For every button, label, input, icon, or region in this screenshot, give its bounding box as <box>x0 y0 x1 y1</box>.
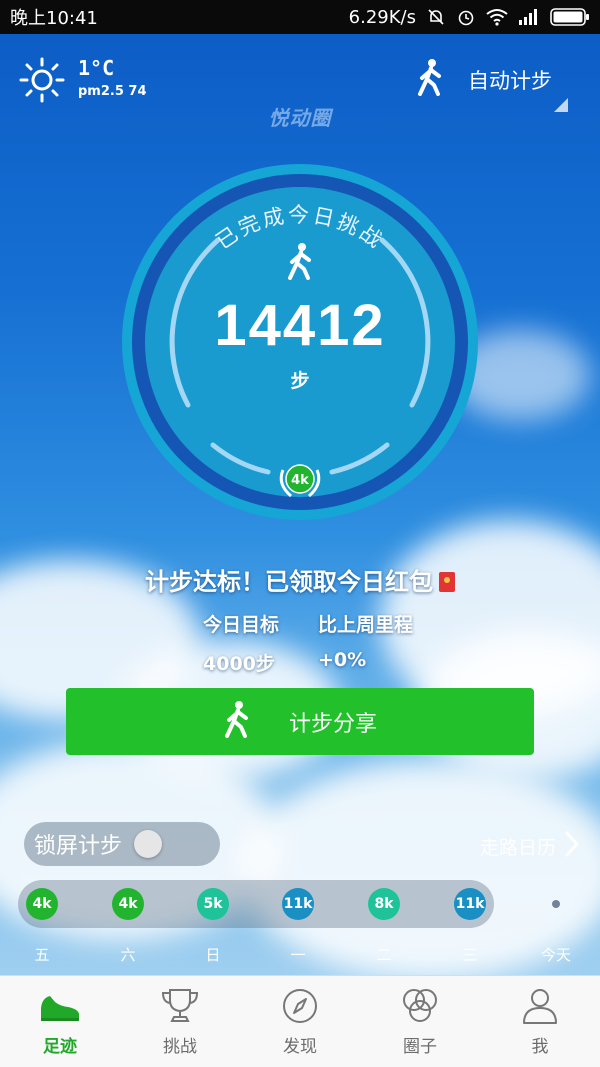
share-steps-button[interactable]: 计步分享 <box>66 688 534 755</box>
goal-status-text: 计步达标！已领取今日红包 <box>0 562 600 597</box>
net-speed: 6.29K/s <box>348 6 416 28</box>
walker-icon <box>223 700 251 744</box>
history-badge-label: 11k <box>283 896 313 912</box>
daily-goal-label: 今日目标 <box>203 614 280 636</box>
tab-label: 挑战 <box>163 1037 197 1057</box>
history-day-label: 六 <box>120 946 136 964</box>
pm25-value: pm2.5 74 <box>78 84 147 99</box>
tab-label: 发现 <box>283 1037 317 1057</box>
step-count: 14412 <box>214 293 386 358</box>
history-day-badge[interactable]: 11k <box>454 888 486 920</box>
tab-challenge[interactable]: 挑战 <box>120 976 240 1067</box>
shoe-icon <box>41 996 79 1021</box>
history-badge-label: 5k <box>203 896 223 912</box>
weather-widget[interactable]: 1°C pm2.5 74 <box>18 56 147 108</box>
history-badge-label: 11k <box>455 896 485 912</box>
mute-bell-icon <box>426 7 446 27</box>
compass-icon <box>283 989 317 1023</box>
today-marker <box>552 900 560 908</box>
tab-footprint[interactable]: 足迹 <box>0 976 120 1067</box>
tab-circles[interactable]: 圈子 <box>360 976 480 1067</box>
weekly-compare-value: +0% <box>318 649 367 671</box>
laurel-badge-icon: 4k <box>275 460 325 502</box>
history-strip <box>18 880 494 928</box>
history-day-badge[interactable]: 5k <box>197 888 229 920</box>
share-steps-label: 计步分享 <box>288 711 377 737</box>
wifi-icon <box>486 8 508 26</box>
tab-label: 我 <box>531 1037 549 1057</box>
signal-icon <box>518 9 540 25</box>
history-day-label: 日 <box>205 946 221 964</box>
status-time: 晚上10:41 <box>10 8 98 29</box>
lock-screen-label: 锁屏计步 <box>34 834 123 859</box>
walker-icon <box>416 58 444 101</box>
history-day-label: 二 <box>376 946 392 964</box>
alarm-icon <box>456 7 476 27</box>
red-packet-icon <box>439 572 455 592</box>
lock-screen-toggle[interactable]: 锁屏计步 <box>24 822 220 866</box>
brand-logo: 悦动圈 <box>268 106 332 130</box>
ring-badge-label: 4k <box>291 473 309 488</box>
walk-calendar-link[interactable]: 走路日历 <box>480 830 580 863</box>
history-day-badge[interactable]: 8k <box>368 888 400 920</box>
goal-status-label: 计步达标！已领取今日红包 <box>145 568 433 596</box>
walk-calendar-label: 走路日历 <box>479 837 556 859</box>
daily-goal: 今日目标 4000步 <box>203 610 279 676</box>
tab-label: 足迹 <box>43 1037 77 1057</box>
history-badge-label: 8k <box>374 896 394 912</box>
toggle-knob[interactable] <box>134 830 163 858</box>
history-day-badge[interactable]: 4k <box>26 888 58 920</box>
history-day-label: 今天 <box>540 946 571 964</box>
step-unit: 步 <box>290 370 310 392</box>
history-day-label: 五 <box>34 946 50 964</box>
history-day-badge[interactable]: 4k <box>112 888 144 920</box>
auto-step-toggle[interactable]: 自动计步 <box>416 58 552 101</box>
person-icon <box>523 989 557 1024</box>
history-badge-label: 4k <box>32 896 52 912</box>
history-day-badge[interactable]: 11k <box>282 888 314 920</box>
daily-goal-value: 4000步 <box>203 653 275 675</box>
sun-icon <box>18 56 66 108</box>
tab-me[interactable]: 我 <box>480 976 600 1067</box>
history-badge-label: 4k <box>118 896 138 912</box>
tab-label: 圈子 <box>403 1037 437 1057</box>
trophy-icon <box>161 989 199 1022</box>
auto-step-label: 自动计步 <box>468 68 552 93</box>
weekly-compare: 比上周里程 +0% <box>318 610 413 671</box>
battery-icon <box>550 8 590 26</box>
status-bar: 晚上10:41 6.29K/s <box>0 0 600 34</box>
temperature: 1°C <box>78 56 115 80</box>
step-ring[interactable]: 已完成今日挑战 14412 步 4k <box>118 160 482 524</box>
weekly-compare-label: 比上周里程 <box>318 614 414 636</box>
chevron-right-icon <box>564 830 580 863</box>
history-day-label: 三 <box>462 946 478 964</box>
bottom-tab-bar: 足迹 挑战 发现 圈子 我 <box>0 975 600 1067</box>
history-day-label: 一 <box>290 946 306 964</box>
tab-discover[interactable]: 发现 <box>240 976 360 1067</box>
circles-icon <box>403 989 437 1022</box>
